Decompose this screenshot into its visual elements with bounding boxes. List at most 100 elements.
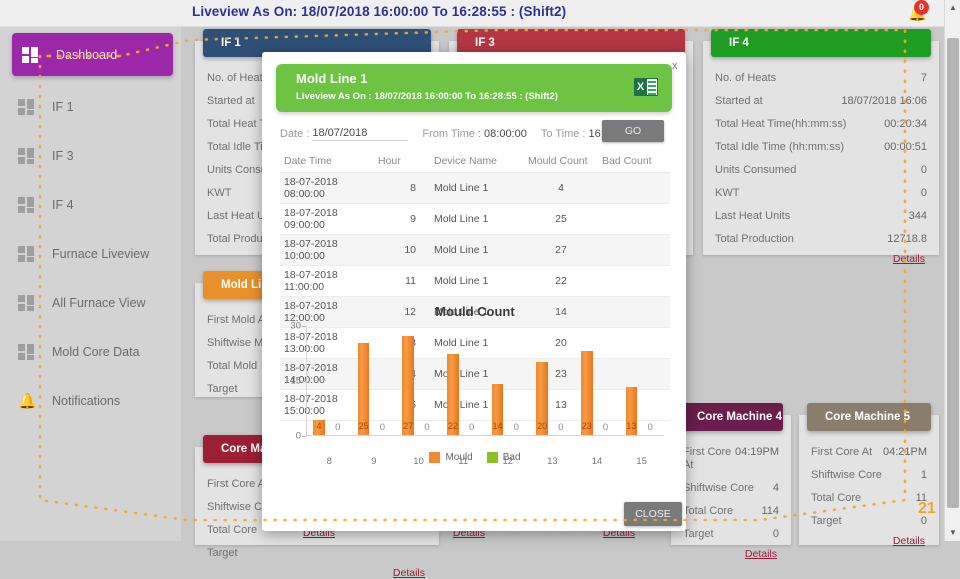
tour-step-badge: 21: [918, 500, 936, 517]
legend-item-mould: Mould: [429, 452, 473, 463]
bar-group: 40: [307, 326, 352, 436]
sidebar-item-all-furnace-view[interactable]: All Furnace View: [0, 278, 181, 327]
card-if4-details-link[interactable]: Details: [715, 251, 927, 265]
sidebar-item-mold-core-data[interactable]: Mold Core Data: [0, 327, 181, 376]
cell-hour: 10: [404, 244, 416, 256]
to-time-label: To Time :: [540, 128, 586, 140]
y-tick-label: 15: [290, 375, 301, 387]
mold-line-1-modal: Mold Line 1 Liveview As On : 18/07/2018 …: [262, 52, 686, 531]
cell-date-time: 18-07-2018 08:00:00: [284, 176, 338, 200]
card-core-machine-4-details-link[interactable]: Details: [683, 546, 779, 560]
bad-value-label: 0: [558, 422, 564, 433]
cell-hour: 11: [405, 275, 416, 287]
card-if4-title: IF 4: [729, 37, 749, 49]
page-title: Liveview As On: 18/07/2018 16:00:00 To 1…: [192, 4, 567, 19]
bar-mould: 25: [357, 343, 370, 435]
y-tick: [302, 381, 306, 382]
bar-value-label: 23: [581, 421, 592, 431]
sidebar-item-label: IF 1: [52, 99, 74, 114]
grid-icon: [18, 343, 36, 360]
bad-value-label: 0: [469, 422, 475, 433]
table-row: Target 0: [683, 528, 779, 540]
card-core-machine-5-header: Core Machine 5: [807, 403, 931, 431]
excel-x-glyph: X: [634, 78, 647, 96]
filter-bar: Date : 18/07/2018 From Time : 08:00:00 T…: [280, 120, 670, 148]
sidebar-item-label: Mold Core Data: [52, 344, 140, 359]
sidebar: Dashboard IF 1 IF 3 IF 4 Furnace Livevie…: [0, 27, 181, 541]
bar-value-label: 27: [403, 421, 414, 431]
date-input[interactable]: 18/07/2018: [312, 127, 409, 141]
go-button[interactable]: GO: [602, 120, 664, 142]
grid-icon: [18, 98, 36, 115]
modal-title: Mold Line 1: [296, 71, 368, 86]
table-row: Total Production 12718.8: [715, 233, 927, 245]
cell-device: Mold Line 1: [434, 213, 489, 225]
table-row: 18-07-2018 08:00:00 8 Mold Line 1 4: [280, 172, 670, 204]
from-time-input[interactable]: 08:00:00: [484, 128, 527, 140]
card-core-machine-5-details-link[interactable]: Details: [811, 533, 927, 547]
from-time-label: From Time :: [422, 128, 482, 140]
grid-icon: [22, 46, 40, 63]
grid-icon: [18, 294, 36, 311]
card-if4-body: No. of Heats 7 Started at 18/07/2018 16:06…: [703, 67, 939, 265]
modal-dismiss-x[interactable]: x: [672, 60, 678, 72]
notification-bell[interactable]: 🔔 0: [908, 0, 930, 24]
y-tick: [302, 436, 306, 437]
table-row: First Core At 04:21PM: [811, 446, 927, 458]
card-core-machine-1-details-link[interactable]: Details: [207, 565, 427, 579]
cell-date-time: 18-07-2018 10:00:00: [284, 238, 338, 262]
sidebar-item-notifications[interactable]: 🔔 Notifications: [0, 376, 181, 425]
mould-count-chart: Mould Count 0 15 30 4 0 25 0 27 0 22 0 14 0 20 0 23 0 13…: [276, 304, 674, 474]
sidebar-item-label: All Furnace View: [52, 295, 146, 310]
bad-value-label: 0: [513, 422, 519, 433]
bad-value-label: 0: [647, 422, 653, 433]
legend-swatch-mould: [429, 452, 441, 463]
bar-value-label: 13: [626, 421, 637, 431]
sidebar-item-if1[interactable]: IF 1: [0, 82, 181, 131]
bar-value-label: 20: [537, 421, 548, 431]
chart-bars: 4 0 25 0 27 0 22 0 14 0 20 0 23 0 13 0: [307, 326, 664, 436]
sidebar-item-dashboard[interactable]: Dashboard: [12, 33, 173, 76]
bar-value-label: 25: [358, 421, 369, 431]
cell-hour: 8: [410, 182, 416, 194]
bar-value-label: 14: [492, 421, 503, 431]
notification-badge: 0: [914, 0, 929, 15]
bad-value-label: 0: [602, 422, 609, 433]
card-if4-header: IF 4: [711, 29, 931, 57]
cell-mould-count: 25: [555, 213, 567, 225]
excel-export-icon[interactable]: X: [634, 74, 660, 100]
cell-bad-count: [598, 266, 670, 297]
bar-mould: 23: [580, 350, 593, 435]
sidebar-item-label: IF 4: [52, 197, 74, 212]
sidebar-item-if4[interactable]: IF 4: [0, 180, 181, 229]
col-hour: Hour: [374, 152, 420, 173]
close-button[interactable]: CLOSE: [624, 502, 682, 526]
caret-down-icon[interactable]: ▼: [945, 525, 960, 541]
sidebar-item-label: IF 3: [52, 148, 74, 163]
chart-legend: Mould Bad: [276, 452, 674, 463]
bad-value-label: 0: [379, 422, 386, 433]
legend-label-mould: Mould: [445, 452, 473, 463]
legend-label-bad: Bad: [502, 452, 521, 463]
sidebar-item-furnace-liveview[interactable]: Furnace Liveview: [0, 229, 181, 278]
col-mould-count: Mould Count: [524, 152, 598, 173]
table-row: No. of Heats 7: [715, 72, 927, 84]
bar-mould: 22: [447, 354, 459, 435]
caret-up-icon[interactable]: ▲: [945, 0, 960, 16]
card-if4: IF 4 No. of Heats 7 Started at 18/07/2018 …: [703, 29, 939, 265]
bar-mould: 13: [625, 387, 638, 435]
bad-value-label: 0: [424, 422, 430, 433]
cell-bad-count: [598, 204, 670, 235]
date-label: Date :: [280, 128, 310, 140]
cell-mould-count: 4: [558, 182, 564, 194]
scrollbar-thumb[interactable]: [947, 38, 959, 508]
sidebar-item-if3[interactable]: IF 3: [0, 131, 181, 180]
grid-icon: [18, 147, 36, 164]
top-bar: Liveview As On: 18/07/2018 16:00:00 To 1…: [0, 0, 960, 27]
page-scrollbar[interactable]: ▲ ▼: [944, 0, 960, 541]
cell-bad-count: [598, 235, 670, 266]
card-core-machine-5-body: First Core At 04:21PM Shiftwise Core 1 Tot…: [799, 441, 939, 547]
card-core-machine-4: Core Machine 4 First Core At 04:19PM Shif…: [671, 403, 791, 560]
card-core-machine-4-body: First Core At 04:19PM Shiftwise Core 4 Tot…: [671, 441, 791, 560]
table-row: Total Idle Time (hh:mm:ss) 00:00:51: [715, 141, 927, 153]
